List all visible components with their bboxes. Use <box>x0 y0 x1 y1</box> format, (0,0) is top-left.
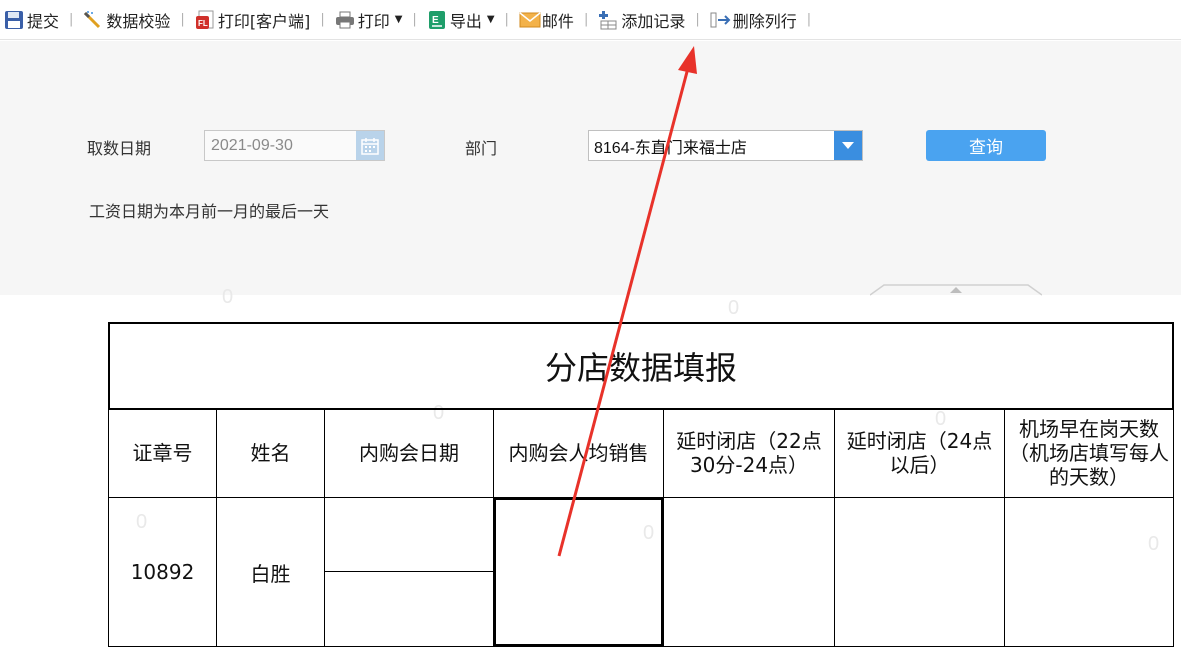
dept-select[interactable]: 8164-东直门来福士店 <box>588 130 863 161</box>
report-title: 分店数据填报 <box>108 322 1174 410</box>
delete-row-button[interactable]: 删除列行 <box>708 5 799 35</box>
delete-row-label: 删除列行 <box>732 11 797 31</box>
add-record-button[interactable]: 添加记录 <box>596 5 687 35</box>
header-late-close-22-24: 延时闭店（22点30分-24点） <box>663 408 835 498</box>
print-button[interactable]: 打印 ▼ <box>333 5 405 35</box>
print-client-button[interactable]: FL 打印[客户端] <box>193 5 313 35</box>
query-button[interactable]: 查询 <box>926 130 1046 161</box>
watermark: 0 <box>222 286 234 308</box>
cell-badge-no[interactable]: 10892 <box>108 497 217 647</box>
mail-label: 邮件 <box>541 11 574 31</box>
chevron-down-icon[interactable] <box>834 131 862 160</box>
toolbar-divider: | <box>504 12 509 27</box>
cell-sale-date-2[interactable] <box>324 571 494 647</box>
print-client-label: 打印[客户端] <box>217 11 311 31</box>
svg-text:E: E <box>432 15 439 26</box>
submit-label: 提交 <box>27 11 60 31</box>
print-client-icon: FL <box>195 10 215 30</box>
print-label: 打印 <box>357 11 390 31</box>
date-value: 2021-09-30 <box>211 136 293 154</box>
date-label: 取数日期 <box>87 139 152 158</box>
toolbar-divider: | <box>583 12 589 27</box>
save-icon <box>4 10 24 30</box>
watermark: 0 <box>728 297 740 319</box>
toolbar: 提交 | 数据校验 | FL 打印[客户端] | 打印 ▼ | E 导出 ▼ |… <box>0 0 1181 40</box>
date-field[interactable]: 2021-09-30 <box>204 130 385 161</box>
toolbar-divider: | <box>806 12 812 27</box>
delete-row-icon <box>710 10 731 30</box>
filter-panel: 取数日期 2021-09-30 部门 8164-东直门来福士店 查询 工资日期为… <box>0 41 1181 296</box>
header-sale-date: 内购会日期 <box>324 408 494 498</box>
add-record-label: 添加记录 <box>621 11 686 31</box>
header-name: 姓名 <box>216 408 325 498</box>
cell-airport-days[interactable] <box>1004 497 1174 647</box>
submit-button[interactable]: 提交 <box>2 5 61 35</box>
cell-late-close-22-24[interactable] <box>663 497 835 647</box>
toolbar-divider: | <box>695 12 700 27</box>
header-late-close-after-24: 延时闭店（24点以后） <box>834 408 1005 498</box>
header-badge-no: 证章号 <box>108 408 217 498</box>
mail-icon <box>519 10 541 30</box>
export-label: 导出 <box>449 11 482 31</box>
header-airport-days: 机场早在岗天数（机场店填写每人的天数） <box>1004 408 1174 498</box>
validate-button[interactable]: 数据校验 <box>81 5 172 35</box>
export-button[interactable]: E 导出 ▼ <box>425 5 497 35</box>
chevron-down-icon: ▼ <box>486 14 495 25</box>
salary-date-note: 工资日期为本月前一月的最后一天 <box>89 202 330 221</box>
toolbar-divider: | <box>412 12 417 27</box>
svg-text:FL: FL <box>198 19 208 28</box>
toolbar-divider: | <box>320 12 325 27</box>
mail-button[interactable]: 邮件 <box>517 5 576 35</box>
dept-value: 8164-东直门来福士店 <box>594 139 747 157</box>
toolbar-divider: | <box>180 12 185 27</box>
chevron-down-icon: ▼ <box>394 14 403 25</box>
cell-avg-sales-selected[interactable] <box>493 497 664 647</box>
report-table: 分店数据填报 证章号 姓名 内购会日期 内购会人均销售 延时闭店（22点30分-… <box>108 322 1174 652</box>
header-avg-sales: 内购会人均销售 <box>493 408 664 498</box>
add-record-icon <box>598 10 618 30</box>
toolbar-divider: | <box>69 12 74 27</box>
validate-icon <box>83 10 103 30</box>
printer-icon <box>335 10 355 30</box>
collapse-handle[interactable] <box>870 282 1042 296</box>
cell-name[interactable]: 白胜 <box>216 497 325 647</box>
cell-late-close-after-24[interactable] <box>834 497 1005 647</box>
export-icon: E <box>427 10 447 30</box>
cell-sale-date[interactable] <box>324 497 494 572</box>
dept-label: 部门 <box>465 139 498 158</box>
calendar-icon[interactable] <box>356 131 384 160</box>
validate-label: 数据校验 <box>106 11 171 31</box>
